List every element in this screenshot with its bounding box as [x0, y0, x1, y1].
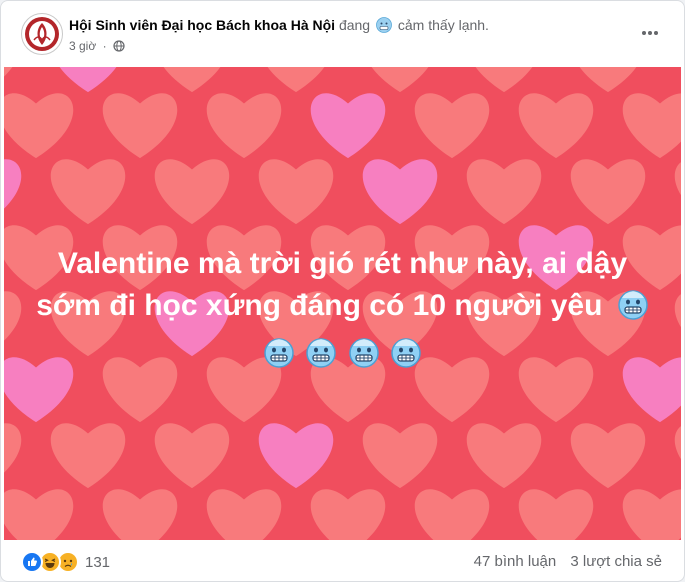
- heart-shape: [50, 159, 126, 225]
- post-time[interactable]: 3 giờ: [69, 39, 96, 53]
- heart-shape: [258, 423, 334, 489]
- heart-shape: [163, 67, 221, 93]
- post-footer: 131 47 bình luận 3 lượt chia sẻ: [1, 540, 684, 581]
- heart-shape: [362, 159, 438, 225]
- engagement-stats: 47 bình luận 3 lượt chia sẻ: [474, 553, 662, 570]
- heart-shape: [466, 423, 542, 489]
- heart-shape: [4, 159, 22, 209]
- globe-icon[interactable]: [113, 40, 125, 52]
- post-author-line: Hội Sinh viên Đại học Bách khoa Hà Nội đ…: [69, 17, 489, 33]
- shares-count-link[interactable]: 3 lượt chia sẻ: [570, 553, 662, 570]
- more-options-button[interactable]: [638, 23, 662, 43]
- heart-shape: [414, 93, 490, 159]
- heart-shape: [59, 67, 117, 93]
- cold-face-icon: [264, 338, 294, 368]
- hust-logo-icon: [25, 17, 59, 51]
- post-image[interactable]: Valentine mà trời gió rét như này, ai dậ…: [4, 67, 681, 540]
- cold-face-icon: [618, 290, 648, 320]
- cold-face-icon: [391, 338, 421, 368]
- heart-shape: [414, 489, 490, 540]
- comments-count-link[interactable]: 47 bình luận: [474, 553, 557, 570]
- cold-face-icon: [376, 17, 392, 33]
- heart-shape: [466, 159, 542, 225]
- heart-shape: [622, 93, 681, 159]
- caption-line-2: sớm đi học xứng đáng có 10 người yêu: [4, 285, 681, 327]
- image-caption: Valentine mà trời gió rét như này, ai dậ…: [4, 243, 681, 371]
- heart-shape: [371, 67, 429, 93]
- meta-separator: ·: [102, 39, 107, 53]
- cold-face-icon: [306, 338, 337, 368]
- post-header: Hội Sinh viên Đại học Bách khoa Hà Nội đ…: [1, 1, 684, 67]
- heart-shape: [206, 93, 282, 159]
- heart-shape: [154, 423, 230, 489]
- heart-shape: [310, 489, 386, 540]
- more-options-icon: [642, 31, 658, 35]
- post-meta: 3 giờ ·: [69, 39, 125, 53]
- heart-shape: [622, 489, 681, 540]
- page-name-link[interactable]: Hội Sinh viên Đại học Bách khoa Hà Nội: [69, 17, 335, 33]
- heart-shape: [475, 67, 533, 93]
- heart-shape: [570, 423, 646, 489]
- heart-shape: [50, 423, 126, 489]
- heart-shape: [675, 67, 681, 92]
- heart-shape: [674, 162, 681, 195]
- heart-shape: [267, 67, 325, 93]
- heart-shape: [310, 93, 386, 159]
- reaction-count: 131: [85, 553, 111, 571]
- heart-shape: [674, 426, 681, 459]
- heart-shape: [4, 423, 22, 473]
- heart-shape: [4, 67, 13, 77]
- heart-shape: [579, 67, 637, 93]
- reactions-summary[interactable]: 131: [21, 551, 111, 573]
- heart-shape: [518, 93, 594, 159]
- heart-shape: [154, 159, 230, 225]
- cold-face-icon: [348, 338, 379, 368]
- heart-shape: [4, 93, 74, 159]
- status-prefix: đang: [338, 17, 371, 33]
- heart-shape: [362, 423, 438, 489]
- avatar[interactable]: [21, 13, 63, 55]
- heart-shape: [258, 159, 334, 225]
- post-card: Hội Sinh viên Đại học Bách khoa Hà Nội đ…: [0, 0, 685, 582]
- caption-emoji-row: [4, 331, 681, 371]
- caption-line-1: Valentine mà trời gió rét như này, ai dậ…: [57, 247, 628, 280]
- heart-shape: [206, 489, 282, 540]
- feeling-text: cảm thấy lạnh.: [397, 17, 489, 33]
- like-icon: [21, 551, 43, 573]
- heart-shape: [102, 93, 178, 159]
- heart-shape: [102, 489, 178, 540]
- heart-shape: [570, 159, 646, 225]
- caption-line-2-text: sớm đi học xứng đáng có 10 người yêu: [36, 289, 603, 322]
- heart-shape: [4, 489, 74, 540]
- heart-shape: [518, 489, 594, 540]
